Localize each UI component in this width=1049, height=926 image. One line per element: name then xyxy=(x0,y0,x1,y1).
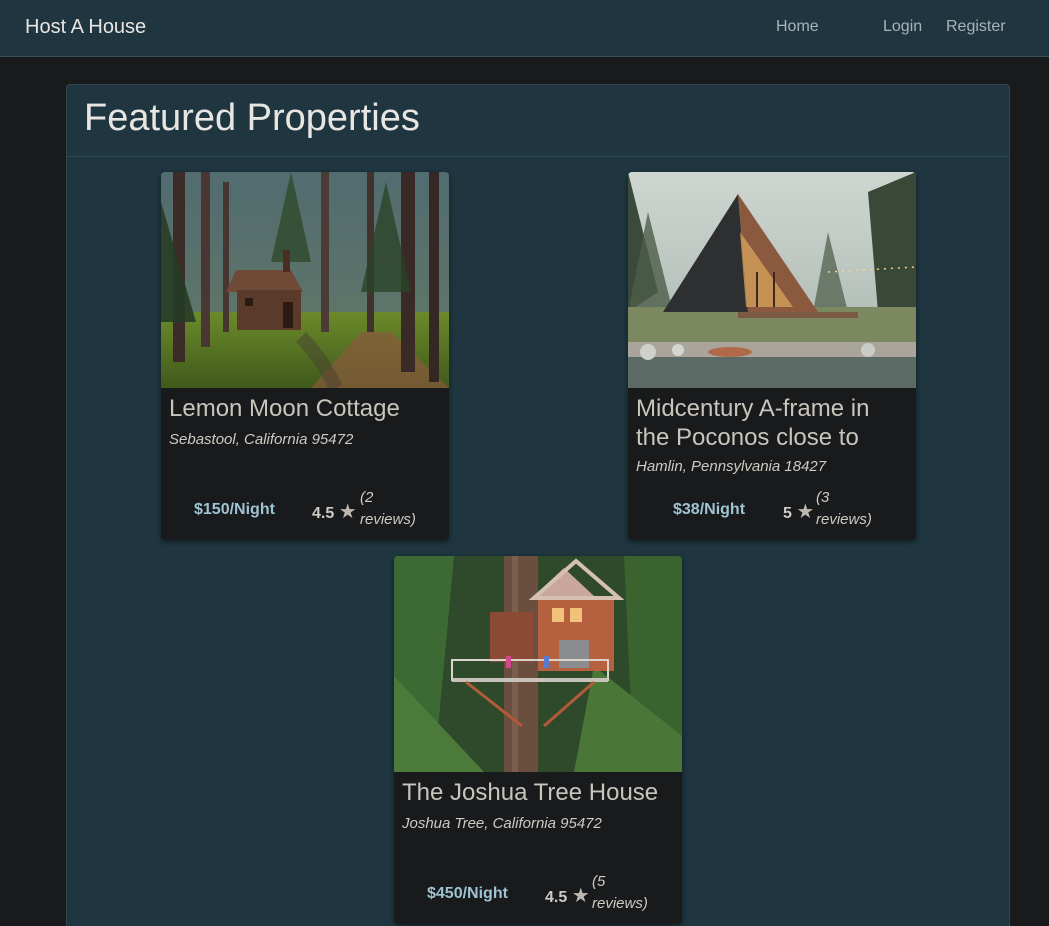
star-icon: ★ xyxy=(571,885,590,907)
property-title[interactable]: The Joshua Tree House xyxy=(402,778,674,807)
property-card[interactable]: Midcentury A-frame in the Poconos close … xyxy=(628,172,916,540)
reviews-label: reviews) xyxy=(360,511,416,528)
property-location: Joshua Tree, California 95472 xyxy=(402,815,602,832)
star-icon: ★ xyxy=(338,501,357,523)
reviews-count: (5 xyxy=(592,873,606,890)
reviews-label: reviews) xyxy=(592,895,648,912)
reviews-count: (3 xyxy=(816,489,830,506)
property-photo[interactable] xyxy=(161,172,449,388)
nav-register-link[interactable]: Register xyxy=(946,18,1006,36)
page-title: Featured Properties xyxy=(84,97,420,139)
property-reviews: (3 reviews) xyxy=(816,487,872,531)
property-location: Hamlin, Pennsylvania 18427 xyxy=(636,458,827,475)
property-price: $150/Night xyxy=(194,501,275,518)
panel-header: Featured Properties xyxy=(67,85,1009,157)
property-photo[interactable] xyxy=(628,172,916,388)
property-reviews: (5 reviews) xyxy=(592,871,648,915)
property-photo[interactable] xyxy=(394,556,682,772)
property-rating: 4.5 ★ xyxy=(312,499,357,524)
property-card[interactable]: Lemon Moon Cottage Sebastool, California… xyxy=(161,172,449,540)
featured-properties-panel: Featured Properties Lemon Moon Cottage S… xyxy=(66,84,1010,926)
rating-value: 4.5 xyxy=(312,505,335,522)
property-card[interactable]: The Joshua Tree House Joshua Tree, Calif… xyxy=(394,556,682,924)
property-rating: 4.5 ★ xyxy=(545,883,590,908)
property-location: Sebastool, California 95472 xyxy=(169,431,354,448)
nav-login-link[interactable]: Login xyxy=(883,18,922,36)
property-rating: 5 ★ xyxy=(783,499,814,524)
property-title[interactable]: Midcentury A-frame in the Poconos close … xyxy=(636,394,908,452)
property-price: $450/Night xyxy=(427,885,508,902)
star-icon: ★ xyxy=(796,501,815,523)
brand-link[interactable]: Host A House xyxy=(25,16,146,39)
property-price: $38/Night xyxy=(673,501,746,518)
navbar: Host A House Home Login Register xyxy=(0,0,1049,57)
nav-home-link[interactable]: Home xyxy=(776,18,819,36)
rating-value: 5 xyxy=(783,505,792,522)
property-reviews: (2 reviews) xyxy=(360,487,416,531)
rating-value: 4.5 xyxy=(545,889,568,906)
reviews-label: reviews) xyxy=(816,511,872,528)
property-title[interactable]: Lemon Moon Cottage xyxy=(169,394,441,423)
reviews-count: (2 xyxy=(360,489,374,506)
